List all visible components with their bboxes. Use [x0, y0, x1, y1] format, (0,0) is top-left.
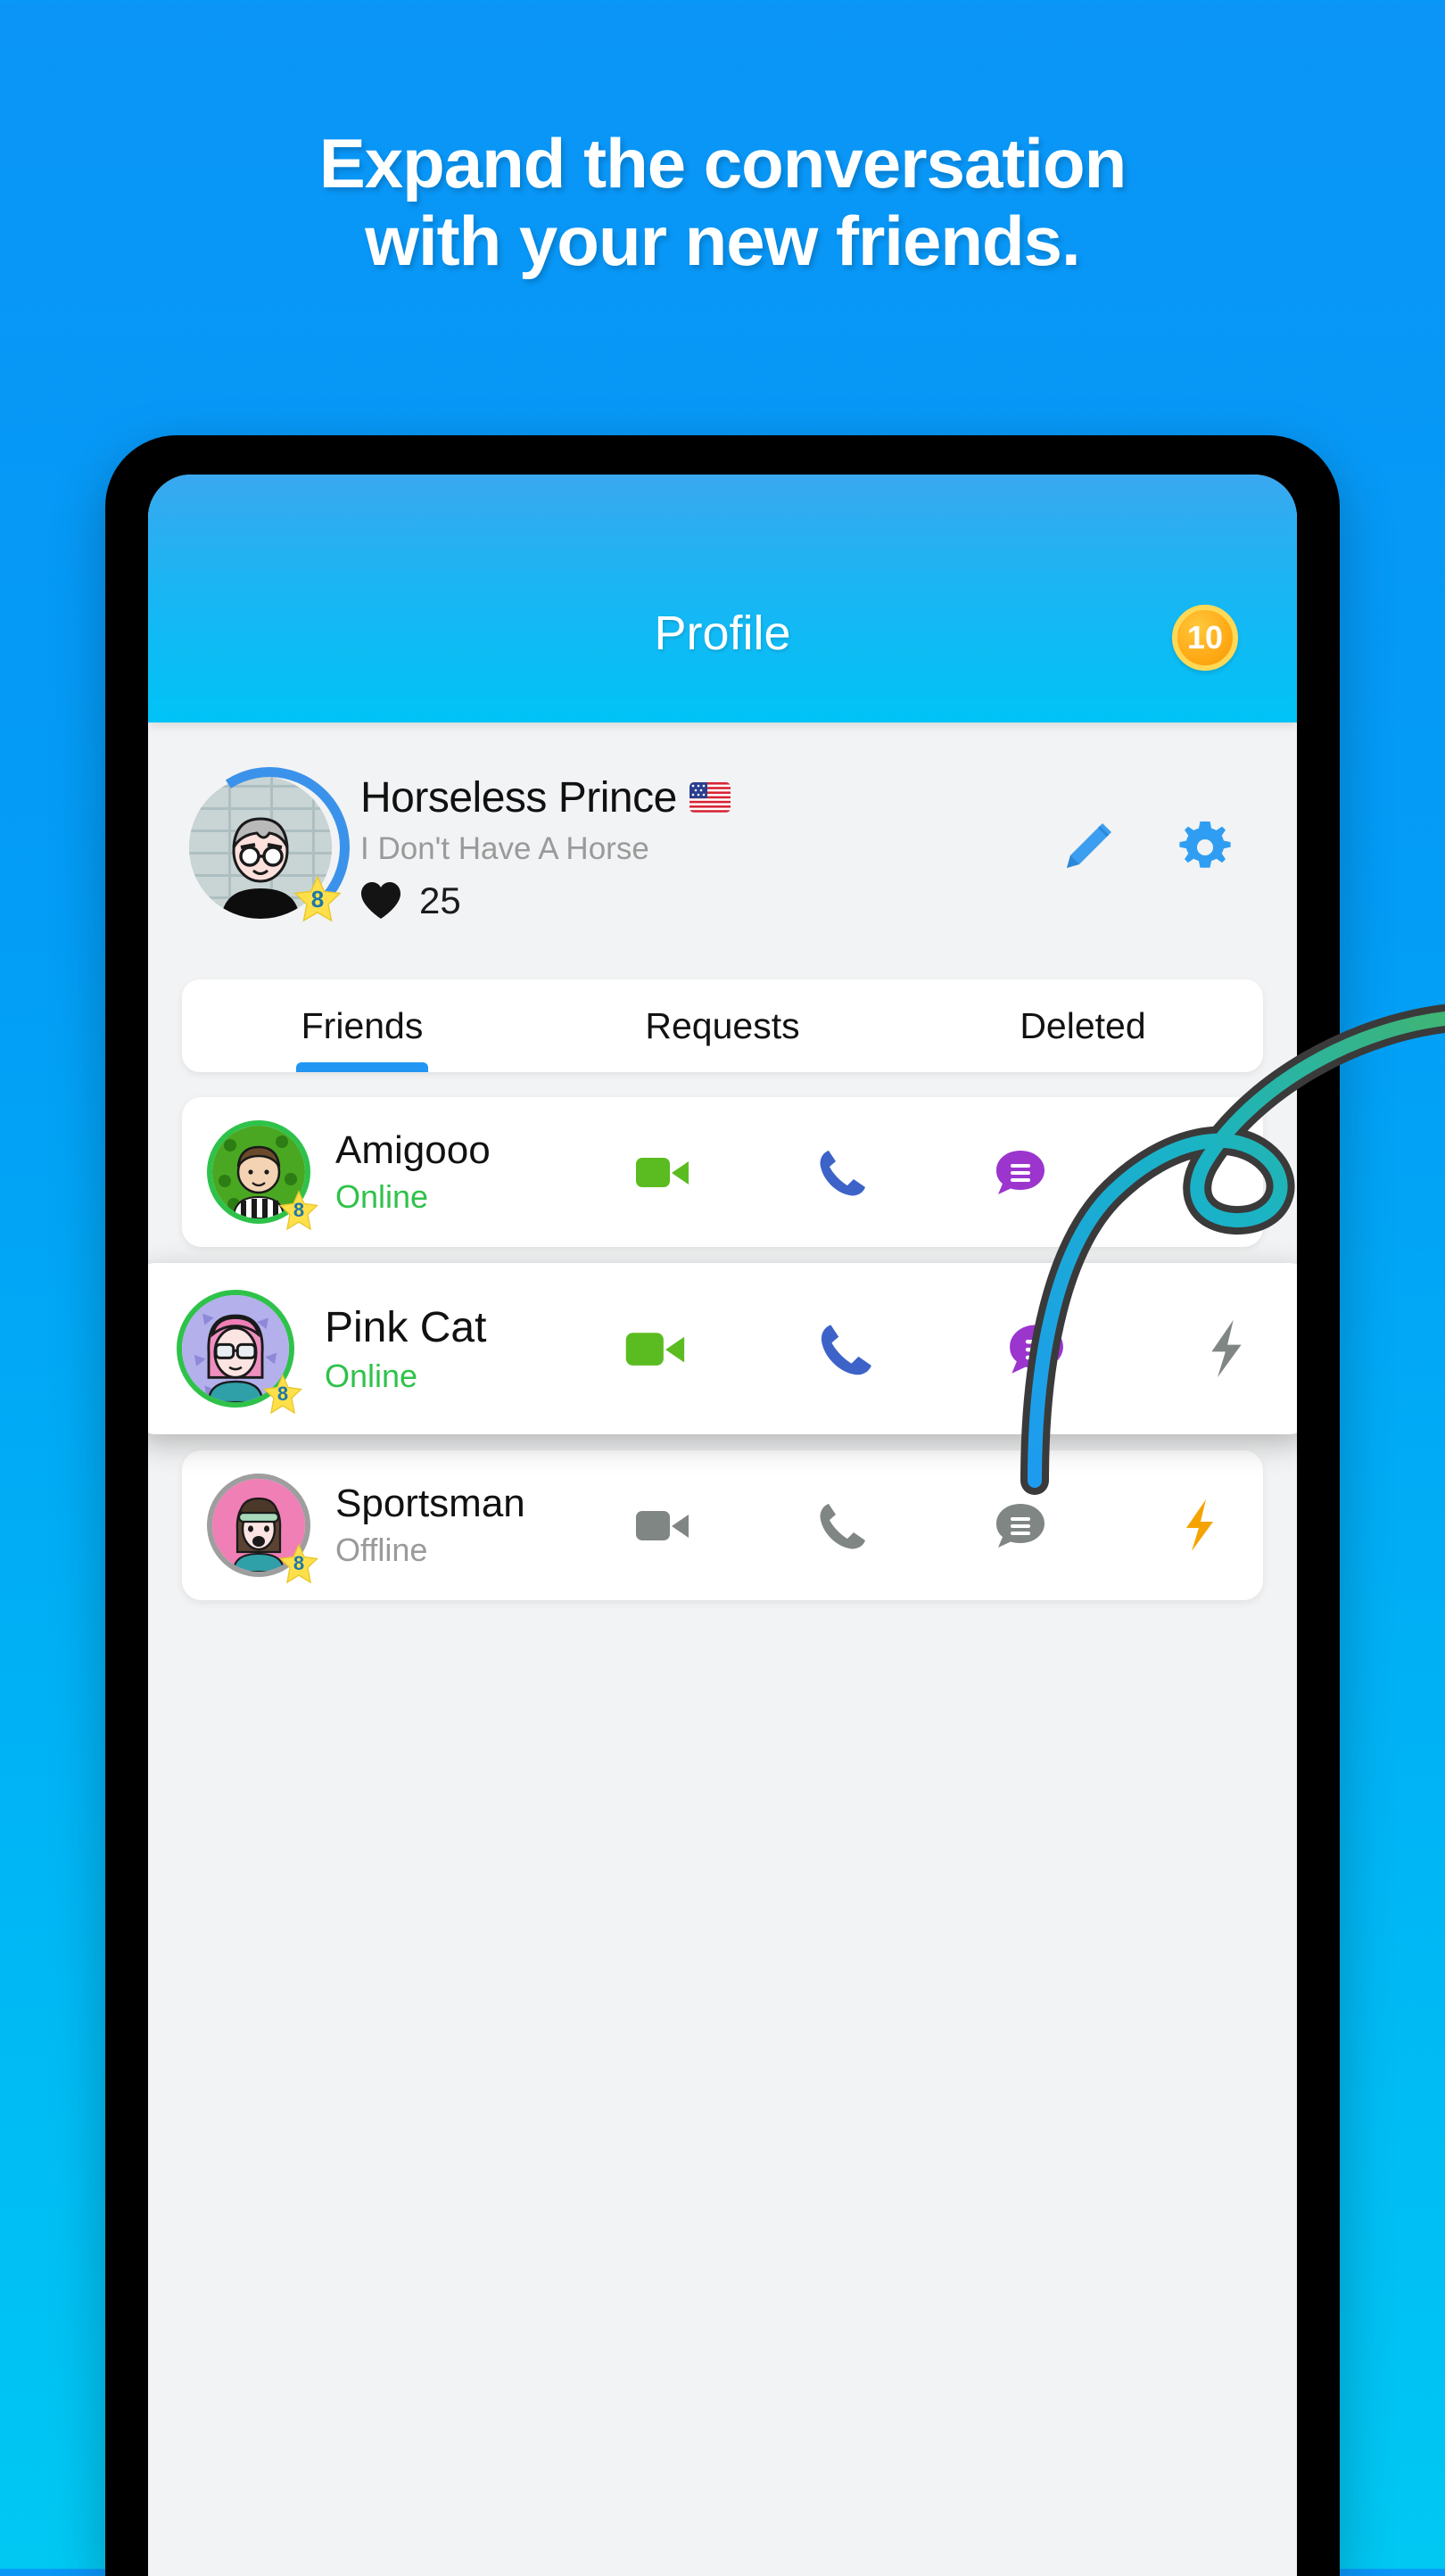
friend-level-badge: 8	[278, 1190, 319, 1231]
voice-call-icon[interactable]	[809, 1312, 882, 1385]
profile-actions	[1058, 818, 1256, 877]
friend-info: Sportsman Offline	[335, 1482, 630, 1569]
friend-status: Online	[335, 1178, 429, 1215]
avatar[interactable]: 8	[174, 752, 365, 943]
lightning-bolt-icon[interactable]	[1167, 1492, 1233, 1558]
lightning-bolt-icon[interactable]	[1167, 1139, 1233, 1205]
app-bar: Profile 10	[148, 475, 1297, 722]
friend-level-badge: 8	[278, 1543, 319, 1584]
friend-actions	[619, 1312, 1268, 1385]
chat-bubble-icon[interactable]	[987, 1139, 1053, 1205]
friend-actions	[630, 1492, 1238, 1558]
tab-friends-label: Friends	[301, 1004, 424, 1046]
friend-status: Offline	[335, 1532, 428, 1568]
voice-call-icon	[809, 1492, 875, 1558]
gear-icon[interactable]	[1176, 818, 1234, 877]
friend-name: Pink Cat	[325, 1303, 487, 1351]
profile-info: Horseless Prince I Don't Have A Horse 25	[360, 773, 1058, 922]
friend-level-value: 8	[293, 1552, 305, 1574]
headline-line-1: Expand the conversation	[318, 124, 1127, 202]
coin-icon[interactable]: 10	[1172, 605, 1238, 671]
chat-bubble-icon[interactable]	[1000, 1312, 1073, 1385]
coin-count: 10	[1186, 619, 1224, 656]
page-title: Expand the conversation with your new fr…	[0, 124, 1445, 281]
phone-mockup-frame: Profile 10 8 Horseless Prince I Don't Ha…	[105, 435, 1340, 2576]
tab-deleted-label: Deleted	[1020, 1004, 1146, 1046]
video-call-icon	[630, 1492, 696, 1558]
profile-name: Horseless Prince	[360, 773, 677, 822]
friend-info: Pink Cat Online	[325, 1303, 619, 1395]
friend-avatar[interactable]: 8	[177, 1290, 303, 1415]
profile-header: 8 Horseless Prince I Don't Have A Horse …	[148, 722, 1297, 972]
friend-avatar[interactable]: 8	[207, 1474, 319, 1584]
list-item[interactable]: 8 Amigooo Online	[182, 1097, 1263, 1247]
friend-name: Sportsman	[335, 1482, 525, 1525]
video-call-icon[interactable]	[619, 1312, 692, 1385]
heart-icon	[361, 881, 400, 919]
profile-likes-count: 25	[419, 879, 461, 921]
pencil-icon[interactable]	[1058, 818, 1117, 877]
tab-requests-label: Requests	[645, 1004, 800, 1046]
video-call-icon[interactable]	[630, 1139, 696, 1205]
app-bar-title: Profile	[654, 607, 791, 660]
level-star-badge: 8	[293, 874, 343, 924]
lightning-bolt-icon[interactable]	[1190, 1312, 1263, 1385]
tab-requests[interactable]: Requests	[542, 979, 903, 1072]
friend-info: Amigooo Online	[335, 1128, 630, 1216]
friend-name: Amigooo	[335, 1128, 491, 1172]
chat-bubble-icon	[987, 1492, 1053, 1558]
friend-level-badge: 8	[262, 1374, 303, 1415]
friend-status: Online	[325, 1357, 418, 1394]
friend-level-value: 8	[277, 1383, 289, 1405]
friend-actions	[630, 1139, 1238, 1205]
friend-avatar[interactable]: 8	[207, 1120, 319, 1231]
level-value: 8	[310, 885, 325, 912]
phone-screen: Profile 10 8 Horseless Prince I Don't Ha…	[148, 475, 1297, 2576]
list-item[interactable]: 8 Pink Cat Online	[148, 1263, 1297, 1434]
friends-tabs: Friends Requests Deleted	[182, 979, 1263, 1072]
friend-level-value: 8	[293, 1199, 305, 1221]
voice-call-icon[interactable]	[809, 1139, 875, 1205]
profile-bio: I Don't Have A Horse	[360, 830, 649, 866]
headline-line-2: with your new friends.	[365, 202, 1080, 281]
profile-likes: 25	[360, 879, 1058, 922]
profile-name-row: Horseless Prince	[360, 773, 1058, 822]
list-item[interactable]: 8 Sportsman Offline	[182, 1450, 1263, 1600]
friends-list: 8 Amigooo Online 8 Pink Cat Online 8 Spo…	[148, 1097, 1297, 1600]
tab-friends[interactable]: Friends	[182, 979, 542, 1072]
tab-deleted[interactable]: Deleted	[903, 979, 1263, 1072]
us-flag-icon	[689, 782, 731, 813]
tab-active-underline	[296, 1062, 428, 1072]
